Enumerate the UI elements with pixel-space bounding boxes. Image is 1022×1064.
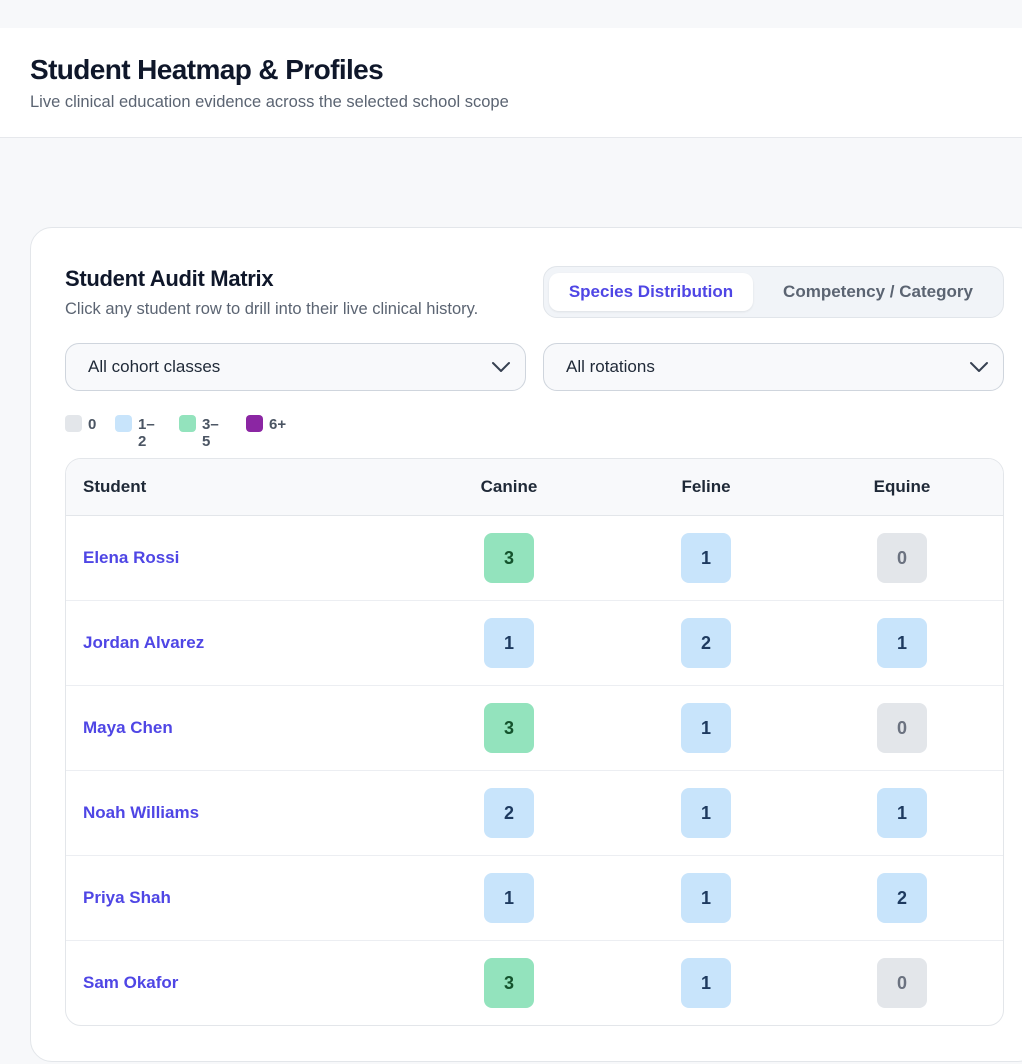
student-name-link[interactable]: Elena Rossi (83, 516, 179, 600)
heat-cell-canine: 2 (484, 788, 534, 838)
heat-cell-feline: 1 (681, 788, 731, 838)
heat-cell-equine: 0 (877, 703, 927, 753)
student-name-link[interactable]: Priya Shah (83, 856, 171, 940)
card-title: Student Audit Matrix (65, 266, 274, 291)
legend-swatch (179, 415, 196, 432)
rotation-select[interactable]: All rotations (543, 343, 1004, 391)
legend-label: 3–5 (202, 416, 219, 450)
student-name-link[interactable]: Noah Williams (83, 771, 199, 855)
page-subtitle: Live clinical education evidence across … (30, 93, 509, 111)
table-row[interactable]: Elena Rossi 3 1 0 (66, 516, 1003, 601)
header-feline: Feline (681, 477, 731, 496)
table-row[interactable]: Sam Okafor 3 1 0 (66, 941, 1003, 1025)
chevron-down-icon (970, 362, 988, 372)
page-title: Student Heatmap & Profiles (30, 54, 384, 85)
heat-cell-canine: 3 (484, 703, 534, 753)
legend-swatch (65, 415, 82, 432)
tab-species-distribution[interactable]: Species Distribution (549, 273, 753, 311)
audit-matrix-card: Student Audit Matrix Click any student r… (30, 227, 1022, 1062)
top-strip (0, 0, 1022, 28)
heat-cell-canine: 3 (484, 533, 534, 583)
legend-label: 0 (88, 416, 97, 433)
page-header: Student Heatmap & Profiles Live clinical… (0, 28, 1022, 138)
rotation-select-value: All rotations (566, 357, 655, 376)
heat-cell-equine: 1 (877, 788, 927, 838)
table-row[interactable]: Priya Shah 1 1 2 (66, 856, 1003, 941)
card-subtitle: Click any student row to drill into thei… (65, 300, 479, 318)
heat-cell-feline: 2 (681, 618, 731, 668)
heat-cell-equine: 1 (877, 618, 927, 668)
legend-swatch (246, 415, 263, 432)
view-toggle: Species Distribution Competency / Catego… (543, 266, 1004, 318)
table-row[interactable]: Jordan Alvarez 1 2 1 (66, 601, 1003, 686)
student-name-link[interactable]: Jordan Alvarez (83, 601, 204, 685)
tab-competency-category[interactable]: Competency / Category (759, 273, 997, 311)
cohort-select[interactable]: All cohort classes (65, 343, 526, 391)
legend-swatch (115, 415, 132, 432)
header-canine: Canine (480, 477, 538, 496)
table-row[interactable]: Maya Chen 3 1 0 (66, 686, 1003, 771)
heat-cell-feline: 1 (681, 958, 731, 1008)
table-header: Student Canine Feline Equine (66, 459, 1003, 516)
heat-cell-canine: 3 (484, 958, 534, 1008)
table-row[interactable]: Noah Williams 2 1 1 (66, 771, 1003, 856)
chevron-down-icon (492, 362, 510, 372)
student-name-link[interactable]: Sam Okafor (83, 941, 178, 1025)
heat-cell-canine: 1 (484, 618, 534, 668)
legend-label: 1–2 (138, 416, 155, 450)
heat-cell-equine: 0 (877, 533, 927, 583)
legend-label: 6+ (269, 416, 287, 433)
cohort-select-value: All cohort classes (88, 357, 221, 376)
heat-cell-equine: 0 (877, 958, 927, 1008)
header-student: Student (83, 477, 147, 496)
heat-cell-feline: 1 (681, 873, 731, 923)
heat-cell-canine: 1 (484, 873, 534, 923)
heat-cell-feline: 1 (681, 533, 731, 583)
heat-cell-equine: 2 (877, 873, 927, 923)
header-equine: Equine (873, 477, 931, 496)
audit-table: Student Canine Feline Equine Elena Rossi… (65, 458, 1004, 1026)
student-name-link[interactable]: Maya Chen (83, 686, 173, 770)
heat-cell-feline: 1 (681, 703, 731, 753)
